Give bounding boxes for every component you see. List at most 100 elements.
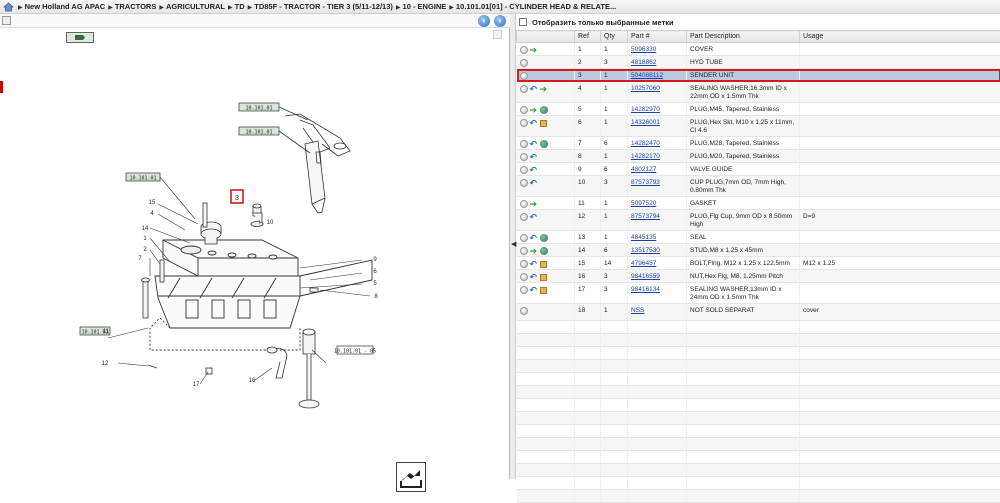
breadcrumb-item-2[interactable]: TRACTORS <box>108 2 156 11</box>
globe-icon[interactable] <box>540 234 548 242</box>
callout-4[interactable]: 4 <box>150 211 154 217</box>
plate-label-3[interactable]: 10.101.01 <box>126 173 160 182</box>
table-row[interactable]: ↶6114326001PLUG,Hex Skt, M10 x 1.25 x 11… <box>517 116 1000 137</box>
breadcrumb-item-7[interactable]: 10.101.01[01] - CYLINDER HEAD & RELATE..… <box>449 2 616 11</box>
blue-return-icon[interactable]: ↶ <box>530 166 538 174</box>
table-row[interactable]: ➔115096330COVER <box>517 43 1000 56</box>
callout-12[interactable]: 12 <box>102 361 109 367</box>
breadcrumb-item-3[interactable]: AGRICULTURAL <box>159 2 225 11</box>
part-number-link[interactable]: 98416559 <box>631 273 660 280</box>
plate-label-2[interactable]: 10.101.01 <box>239 127 279 136</box>
info-icon[interactable] <box>520 247 528 255</box>
callout-11[interactable]: 11 <box>103 329 110 335</box>
info-icon[interactable] <box>520 213 528 221</box>
part-number-link[interactable]: 5096330 <box>631 46 656 53</box>
table-row[interactable]: ↶➔4110257060SEALING WASHER,16.3mm ID x 2… <box>517 82 1000 103</box>
part-number-link[interactable]: 4796457 <box>631 260 656 267</box>
export-button[interactable] <box>396 462 426 492</box>
filter-selected-toggle[interactable]: Отобразить только выбранные метки <box>519 16 674 28</box>
column-header-ref[interactable]: Ref <box>575 31 601 43</box>
package-icon[interactable] <box>540 287 547 294</box>
blue-return-icon[interactable]: ↶ <box>530 119 538 127</box>
table-row[interactable]: ➔1115097520GASKET <box>517 197 1000 210</box>
part-number-link[interactable]: 87573793 <box>631 179 660 186</box>
info-icon[interactable] <box>520 234 528 242</box>
package-icon[interactable] <box>540 120 547 127</box>
column-header-description[interactable]: Part Description <box>687 31 800 43</box>
part-number-link[interactable]: 10257060 <box>631 85 660 92</box>
blue-return-icon[interactable]: ↶ <box>530 213 538 221</box>
previous-arrow-icon[interactable]: ‹ <box>478 15 490 27</box>
collapse-box[interactable] <box>2 16 11 25</box>
breadcrumb-item-4[interactable]: TD <box>228 2 245 11</box>
table-row[interactable]: 181NSSNOT SOLD SEPARATcover <box>517 304 1000 321</box>
callout-7[interactable]: 7 <box>138 256 142 262</box>
globe-icon[interactable] <box>540 247 548 255</box>
callout-2[interactable]: 2 <box>143 247 147 253</box>
column-header-part[interactable]: Part # <box>628 31 687 43</box>
filter-checkbox[interactable] <box>519 18 527 26</box>
table-row[interactable]: 234818862HYD TUBE <box>517 56 1000 69</box>
table-row[interactable]: 31504088112SENDER UNIT <box>517 69 1000 82</box>
part-number-link[interactable]: 87573794 <box>631 213 660 220</box>
blue-return-icon[interactable]: ↶ <box>530 140 538 148</box>
info-icon[interactable] <box>520 286 528 294</box>
column-header-usage[interactable]: Usage <box>800 31 1000 43</box>
part-number-link[interactable]: NSS <box>631 307 644 314</box>
part-number-link[interactable]: 14282970 <box>631 106 660 113</box>
green-arrow-icon[interactable]: ➔ <box>530 247 538 255</box>
info-icon[interactable] <box>520 166 528 174</box>
info-icon[interactable] <box>520 273 528 281</box>
callout-8[interactable]: 8 <box>374 294 378 300</box>
green-arrow-icon[interactable]: ➔ <box>530 46 538 54</box>
blue-return-icon[interactable]: ↶ <box>530 286 538 294</box>
callout-5[interactable]: 5 <box>373 281 377 287</box>
green-arrow-icon[interactable]: ➔ <box>540 85 548 93</box>
table-row[interactable]: ➔5114282970PLUG,M45, Tapered, Stainless <box>517 103 1000 116</box>
callout-17[interactable]: 17 <box>193 382 200 388</box>
part-number-link[interactable]: 14282470 <box>631 140 660 147</box>
green-arrow-icon[interactable]: ➔ <box>530 200 538 208</box>
blue-return-icon[interactable]: ↶ <box>530 153 538 161</box>
callout-15[interactable]: 15 <box>149 200 156 206</box>
blue-return-icon[interactable]: ↶ <box>530 260 538 268</box>
column-header-qty[interactable]: Qty <box>601 31 628 43</box>
info-icon[interactable] <box>520 59 528 67</box>
table-row[interactable]: ↶12187573794PLUG,Flg Cup, 9mm OD x 8.50m… <box>517 210 1000 231</box>
package-icon[interactable] <box>540 261 547 268</box>
callout-10[interactable]: 10 <box>267 220 274 226</box>
table-row[interactable]: ↶7614282470PLUG,M28, Tapered, Stainless <box>517 137 1000 150</box>
breadcrumb-item-1[interactable]: New Holland AG APAC <box>18 2 105 11</box>
info-icon[interactable] <box>520 119 528 127</box>
package-icon[interactable] <box>540 274 547 281</box>
info-icon[interactable] <box>520 307 528 315</box>
part-number-link[interactable]: 4818862 <box>631 59 656 66</box>
table-row[interactable]: ➔14613517530STUD,M8 x 1.25 x 45mm <box>517 244 1000 257</box>
globe-icon[interactable] <box>540 140 548 148</box>
part-number-link[interactable]: 14282170 <box>631 153 660 160</box>
globe-icon[interactable] <box>540 106 548 114</box>
callout-1[interactable]: 1 <box>143 236 147 242</box>
info-icon[interactable] <box>520 179 528 187</box>
blue-return-icon[interactable]: ↶ <box>530 85 538 93</box>
breadcrumb-item-5[interactable]: TD85F - TRACTOR - TIER 3 (5/11-12/13) <box>248 2 393 11</box>
table-row[interactable]: ↶8114282170PLUG,M20, Tapered, Stainless <box>517 150 1000 163</box>
part-number-link[interactable]: 504088112 <box>631 72 663 79</box>
info-icon[interactable] <box>520 85 528 93</box>
info-icon[interactable] <box>520 260 528 268</box>
part-number-link[interactable]: 98416134 <box>631 286 660 293</box>
table-row[interactable]: ↶964802127VALVE GUIDE <box>517 163 1000 176</box>
callout-14[interactable]: 14 <box>142 226 149 232</box>
breadcrumb-item-6[interactable]: 10 - ENGINE <box>396 2 446 11</box>
table-row[interactable]: ↶10387573793CUP PLUG,7mm OD, 7mm High, 0… <box>517 176 1000 197</box>
blue-return-icon[interactable]: ↶ <box>530 234 538 242</box>
table-row[interactable]: ↶1314845135SEAL <box>517 231 1000 244</box>
info-icon[interactable] <box>520 46 528 54</box>
callout-6[interactable]: 6 <box>373 269 377 275</box>
info-icon[interactable] <box>520 200 528 208</box>
info-icon[interactable] <box>520 72 528 80</box>
callout-9[interactable]: 9 <box>373 257 377 263</box>
green-arrow-icon[interactable]: ➔ <box>530 106 538 114</box>
next-arrow-icon[interactable]: › <box>494 15 506 27</box>
callout-16[interactable]: 16 <box>249 378 256 384</box>
